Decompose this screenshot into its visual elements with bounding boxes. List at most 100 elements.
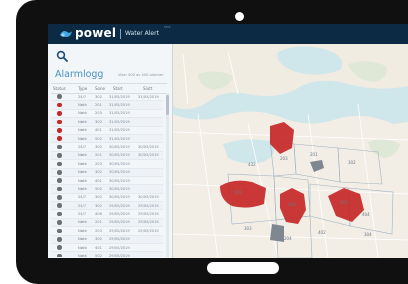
alarm-row[interactable]: Nøkk 201 29/05/2019 29/05/2019 bbox=[51, 218, 163, 228]
alarm-row[interactable]: Nøkk 401 29/05/2019 bbox=[51, 244, 163, 253]
alarm-end: 30/05/2019 bbox=[138, 153, 159, 158]
alarm-end: 30/05/2019 bbox=[138, 144, 159, 149]
alarm-start: 30/05/2019 bbox=[109, 178, 130, 183]
column-zone[interactable]: Sone bbox=[95, 86, 105, 91]
alarm-start: 29/05/2019 bbox=[109, 203, 130, 208]
alarm-list-scrollbar[interactable] bbox=[166, 93, 169, 257]
alarm-type: Nøkk bbox=[78, 228, 88, 233]
alarm-row[interactable]: Nøkk 203 29/05/2019 29/05/2019 bbox=[51, 227, 163, 236]
alarm-start: 31/05/2019 bbox=[109, 111, 130, 116]
alarm-zone: 302 bbox=[95, 170, 102, 175]
alarm-start: 30/05/2019 bbox=[109, 195, 130, 200]
alarm-zone: 502 bbox=[95, 254, 102, 257]
alarm-start: 31/05/2019 bbox=[109, 128, 130, 133]
zone-label-303: 303 bbox=[244, 226, 252, 231]
alarm-row[interactable]: Nøkk 502 31/05/2019 bbox=[51, 134, 163, 144]
alarm-type: Nøkk bbox=[78, 111, 88, 116]
app-screen: powel Water Alert ʰᵃᵃᵇ 501 432 406 401 3… bbox=[48, 24, 408, 258]
alarm-row[interactable]: 24/7 302 29/05/2019 29/05/2019 bbox=[51, 202, 163, 211]
alarm-zone: 502 bbox=[95, 136, 102, 141]
alarm-row[interactable]: Nøkk 201 30/05/2019 30/05/2019 bbox=[51, 151, 163, 161]
column-start[interactable]: Start bbox=[113, 86, 123, 91]
zone-label-302: 302 bbox=[348, 160, 356, 165]
alarm-start: 30/05/2019 bbox=[109, 144, 130, 149]
alarm-row[interactable]: Nøkk 502 30/05/2019 bbox=[51, 185, 163, 194]
alarm-type: Nøkk bbox=[78, 153, 88, 158]
alarm-start: 29/05/2019 bbox=[109, 254, 130, 257]
alarm-closed-indicator bbox=[57, 178, 62, 183]
alarm-type: 24/7 bbox=[78, 203, 87, 208]
search-icon[interactable] bbox=[56, 50, 68, 62]
alarm-closed-indicator bbox=[57, 144, 62, 150]
alarm-row[interactable]: Nøkk 302 29/05/2019 bbox=[51, 235, 163, 245]
alarm-row[interactable]: Nøkk 502 29/05/2019 bbox=[51, 252, 163, 257]
alarm-start: 31/05/2019 bbox=[109, 94, 130, 99]
alarm-type: Nøkk bbox=[78, 186, 88, 191]
alarm-type: Nøkk bbox=[78, 119, 88, 124]
alarm-end: 30/05/2019 bbox=[138, 195, 159, 200]
alarm-zone: 302 bbox=[95, 237, 102, 242]
zone-label-201: 201 bbox=[310, 152, 318, 157]
brand-name: powel bbox=[75, 26, 117, 40]
alarm-zone: 302 bbox=[95, 144, 102, 149]
alarm-row[interactable]: Nøkk 302 30/05/2019 bbox=[51, 168, 163, 177]
alarm-active-indicator bbox=[57, 127, 62, 133]
powel-logo-icon bbox=[60, 31, 72, 37]
alarm-end: 29/05/2019 bbox=[138, 212, 159, 217]
alarm-zone: 203 bbox=[95, 228, 102, 233]
alarm-start: 29/05/2019 bbox=[109, 212, 130, 217]
alarm-start: 31/05/2019 bbox=[109, 136, 130, 141]
scrollbar-thumb[interactable] bbox=[166, 95, 169, 115]
brand-divider bbox=[120, 29, 121, 39]
alarm-start: 30/05/2019 bbox=[109, 186, 130, 191]
alarm-start: 29/05/2019 bbox=[109, 228, 130, 233]
alarm-closed-indicator bbox=[57, 169, 62, 175]
alarm-type: Nøkk bbox=[78, 170, 88, 175]
zone-label-203: 203 bbox=[280, 156, 288, 161]
home-button[interactable] bbox=[207, 262, 279, 274]
alarm-zone: 201 bbox=[95, 220, 102, 225]
alarm-type: 24/7 bbox=[78, 144, 87, 149]
alarm-row[interactable]: Nøkk 401 30/05/2019 bbox=[51, 177, 163, 186]
alarm-closed-indicator bbox=[57, 161, 62, 167]
column-type[interactable]: Type bbox=[78, 86, 87, 91]
alarm-closed-indicator bbox=[57, 153, 62, 158]
alarm-type: 24/7 bbox=[78, 212, 87, 217]
alarm-type: Nøkk bbox=[78, 128, 88, 133]
zone-label-501: 501 bbox=[234, 190, 242, 195]
alarm-end: 29/05/2019 bbox=[138, 203, 159, 208]
zone-label-304: 304 bbox=[364, 232, 372, 237]
app-name: Water Alert bbox=[125, 30, 159, 37]
alarm-row[interactable]: Nøkk 201 31/05/2019 bbox=[51, 101, 163, 110]
alarm-row[interactable]: 24/7 302 30/05/2019 30/05/2019 bbox=[51, 194, 163, 203]
alarm-row[interactable]: 24/7 302 31/05/2019 31/05/2019 bbox=[51, 93, 163, 102]
panel-title: Alarmlogg bbox=[55, 69, 104, 80]
alarm-type: Nøkk bbox=[78, 161, 88, 166]
alarm-zone: 302 bbox=[95, 94, 102, 99]
alarm-row[interactable]: Nøkk 203 31/05/2019 bbox=[51, 110, 163, 119]
zone-label-432: 432 bbox=[248, 162, 256, 167]
alarm-row[interactable]: Nøkk 203 30/05/2019 bbox=[51, 160, 163, 169]
alarm-closed-indicator bbox=[57, 94, 62, 99]
alarm-closed-indicator bbox=[57, 253, 62, 257]
column-end[interactable]: Slutt bbox=[143, 86, 152, 91]
alarm-start: 29/05/2019 bbox=[109, 245, 130, 250]
alarm-start: 30/05/2019 bbox=[109, 153, 130, 158]
alarm-end: 29/05/2019 bbox=[138, 228, 159, 233]
alarm-row[interactable]: 24/7 302 30/05/2019 30/05/2019 bbox=[51, 143, 163, 152]
alarm-row[interactable]: Nøkk 302 31/05/2019 bbox=[51, 118, 163, 127]
app-header: powel Water Alert ʰᵃᵃᵇ bbox=[48, 24, 408, 44]
alarm-zone: 401 bbox=[95, 245, 102, 250]
camera-icon bbox=[235, 12, 244, 21]
alarm-type: Nøkk bbox=[78, 254, 88, 257]
alarm-type: 24/7 bbox=[78, 94, 87, 99]
column-status[interactable]: Status bbox=[53, 86, 66, 91]
alarm-row[interactable]: 24/7 406 29/05/2019 29/05/2019 bbox=[51, 210, 163, 219]
alarm-start: 31/05/2019 bbox=[109, 119, 130, 124]
alarm-list: 24/7 302 31/05/2019 31/05/2019 Nøkk 201 31/05/… bbox=[51, 93, 163, 257]
alarm-closed-indicator bbox=[57, 211, 62, 217]
alarm-row[interactable]: Nøkk 401 31/05/2019 bbox=[51, 127, 163, 135]
alarm-closed-indicator bbox=[57, 186, 62, 192]
alarm-zone: 203 bbox=[95, 161, 102, 166]
alarm-log-panel: Alarmlogg Viser 400 av 400 alarmer Statu… bbox=[48, 44, 173, 258]
